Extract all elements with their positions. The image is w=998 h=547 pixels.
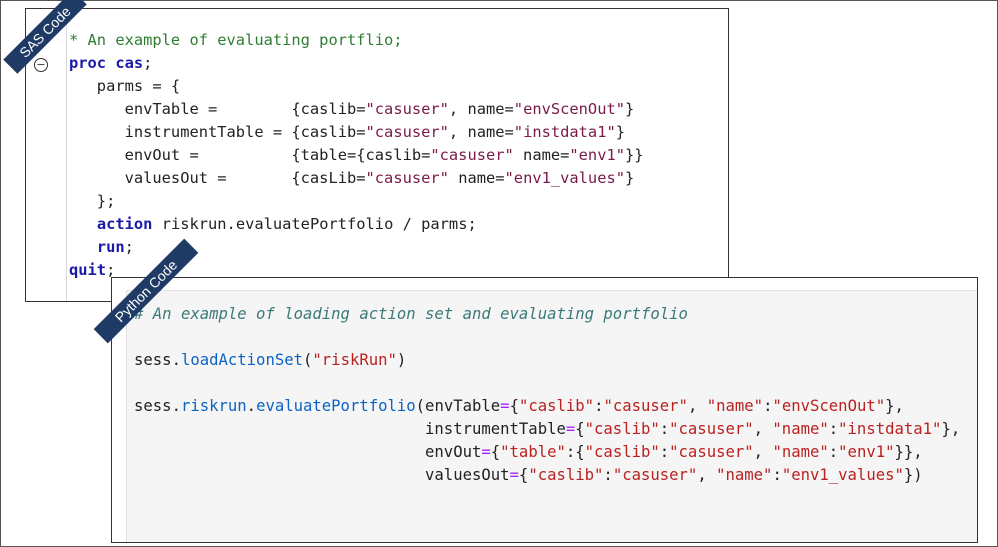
python-code-line: sess.loadActionSet("riskRun") <box>134 351 407 369</box>
python-code-line: envOut={"table":{"caslib":"casuser", "na… <box>134 443 923 461</box>
sas-code-line: parms = { <box>69 77 181 95</box>
sas-code-panel: − * An example of evaluating portflio; pr… <box>25 8 729 302</box>
python-code-line: # An example of loading action set and e… <box>134 305 688 323</box>
python-code-line <box>134 326 960 349</box>
sas-code-line: instrumentTable = {caslib="casuser", nam… <box>69 123 626 141</box>
python-code-line <box>134 372 960 395</box>
python-code-cell: # An example of loading action set and e… <box>126 290 977 542</box>
sas-code-block: * An example of evaluating portflio; proc… <box>69 29 644 282</box>
python-code-block: # An example of loading action set and e… <box>134 303 960 487</box>
sas-code-line: valuesOut = {casLib="casuser" name="env1… <box>69 169 635 187</box>
sas-code-line: }; <box>69 192 116 210</box>
sas-code-line: envOut = {table={caslib="casuser" name="… <box>69 146 644 164</box>
sas-code-line: run; <box>96 238 134 256</box>
sas-code-line: proc cas; <box>69 54 153 72</box>
python-code-panel: # An example of loading action set and e… <box>111 277 978 543</box>
minus-circle-icon[interactable]: − <box>34 58 48 72</box>
python-code-line: instrumentTable={"caslib":"casuser", "na… <box>134 420 961 438</box>
python-code-line: valuesOut={"caslib":"casuser", "name":"e… <box>134 466 923 484</box>
sas-code-line: envTable = {caslib="casuser", name="envS… <box>69 100 635 118</box>
sas-code-line: action riskrun.evaluatePortfolio / parms… <box>96 215 477 233</box>
sas-code-line: * An example of evaluating portflio; <box>69 31 403 49</box>
python-code-line: sess.riskrun.evaluatePortfolio(envTable=… <box>134 397 904 415</box>
